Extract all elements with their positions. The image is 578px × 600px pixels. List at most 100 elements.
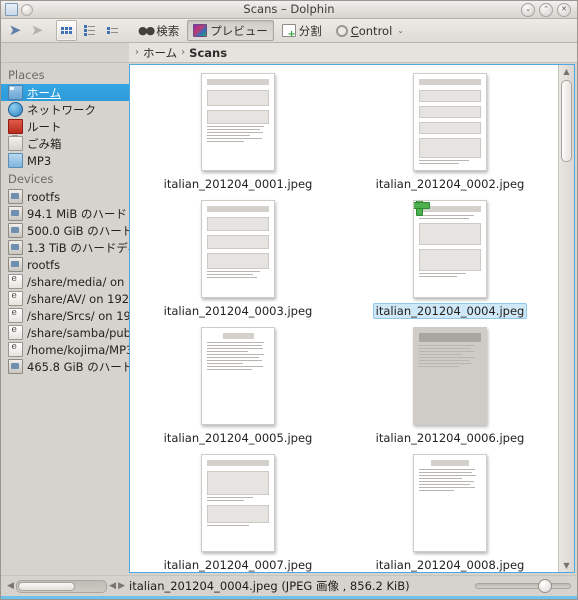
thumb-header: [431, 460, 469, 466]
file-view-scrollbar[interactable]: ▲ ▼: [558, 65, 574, 572]
zoom-slider-handle[interactable]: [538, 579, 553, 593]
file-thumbnail[interactable]: [413, 454, 487, 552]
file-thumbnail[interactable]: [201, 454, 275, 552]
file-name-label[interactable]: italian_201204_0007.jpeg: [161, 557, 316, 572]
view-mode-compact-button[interactable]: [79, 20, 100, 41]
scrollbar-thumb[interactable]: [561, 80, 572, 162]
file-thumbnail[interactable]: [201, 73, 275, 171]
file-item[interactable]: italian_201204_0003.jpeg: [132, 198, 344, 325]
file-name-label[interactable]: italian_201204_0003.jpeg: [161, 303, 316, 319]
thumb-header: [419, 79, 481, 85]
sidebar-device-share-srcs[interactable]: /share/Srcs/ on 19: [1, 307, 129, 324]
sidebar-device-rootfs-1[interactable]: rootfs: [1, 188, 129, 205]
sidebar-device-share-av[interactable]: /share/AV/ on 192.: [1, 290, 129, 307]
harddisk-icon: [8, 359, 23, 374]
sidebar-device-1-3tib[interactable]: 1.3 TiB のハードディ: [1, 239, 129, 256]
minimize-button[interactable]: ⌄: [521, 2, 535, 17]
view-mode-details-button[interactable]: [102, 20, 123, 41]
sidebar-device-94mib[interactable]: 94.1 MiB のハードドラ: [1, 205, 129, 222]
file-item[interactable]: italian_201204_0006.jpeg: [344, 325, 556, 452]
breadcrumb[interactable]: › ホーム › Scans: [129, 45, 227, 61]
split-icon: [281, 24, 296, 40]
title-bar: Scans – Dolphin ⌄ ⌃ ✕: [1, 1, 577, 19]
sidebar-device-465gib[interactable]: 465.8 GiB のハード: [1, 358, 129, 375]
file-item[interactable]: italian_201204_0002.jpeg: [344, 71, 556, 198]
file-name-label[interactable]: italian_201204_0006.jpeg: [373, 430, 528, 446]
harddisk-icon: [8, 206, 23, 221]
scroll-right-icon-a[interactable]: ◀: [109, 581, 116, 591]
places-list: Places ホーム ネットワーク ルート ごみ箱 MP3 Devices ro…: [1, 63, 129, 575]
sidebar-device-home-kojima-mp3[interactable]: /home/kojima/MP3: [1, 341, 129, 358]
sidebar-item-label: 94.1 MiB のハードドラ: [27, 206, 129, 221]
sidebar-item-mp3[interactable]: MP3: [1, 152, 129, 169]
file-thumbnail[interactable]: [413, 200, 487, 298]
window-menu-icon[interactable]: [21, 3, 33, 16]
scrollbar-track[interactable]: [559, 78, 574, 559]
file-name-label[interactable]: italian_201204_0001.jpeg: [161, 176, 316, 192]
preview-button[interactable]: プレビュー: [187, 20, 274, 41]
zoom-slider[interactable]: [475, 579, 571, 593]
back-button[interactable]: ➤: [5, 21, 25, 40]
file-name-label[interactable]: italian_201204_0002.jpeg: [373, 176, 528, 192]
title-bar-left: [1, 3, 33, 16]
file-item[interactable]: italian_201204_0001.jpeg: [132, 71, 344, 198]
breadcrumb-item-home[interactable]: ホーム: [143, 45, 177, 61]
scroll-up-icon[interactable]: ▲: [559, 65, 574, 78]
scroll-left-icon[interactable]: ◀: [7, 581, 14, 591]
file-thumbnail[interactable]: [201, 327, 275, 425]
places-section-header: Places: [8, 68, 45, 82]
control-button[interactable]: Control ⌄: [330, 20, 410, 41]
file-thumbnail[interactable]: [201, 200, 275, 298]
window-title: Scans – Dolphin: [243, 2, 335, 16]
sidebar-device-rootfs-2[interactable]: rootfs: [1, 256, 129, 273]
scrollbar-thumb-horizontal[interactable]: [17, 581, 76, 591]
control-label: Control: [351, 24, 393, 38]
scroll-right-icon-b[interactable]: ▶: [118, 581, 125, 591]
sidebar-device-share-samba[interactable]: /share/samba/publi: [1, 324, 129, 341]
file-item[interactable]: italian_201204_0005.jpeg: [132, 325, 344, 452]
file-item-selected[interactable]: italian_201204_0004.jpeg: [344, 198, 556, 325]
file-name-label[interactable]: italian_201204_0008.jpeg: [373, 557, 528, 572]
places-horizontal-scrollbar[interactable]: ◀ ◀ ▶: [7, 577, 125, 595]
thumb-header: [207, 79, 269, 85]
sidebar-item-label: 1.3 TiB のハードディ: [27, 240, 129, 255]
sidebar-device-500gib[interactable]: 500.0 GiB のハード: [1, 222, 129, 239]
details-view-icon: [107, 27, 118, 34]
scrollbar-track-horizontal[interactable]: [15, 579, 108, 593]
maximize-button[interactable]: ⌃: [539, 2, 553, 17]
search-button[interactable]: ●● 検索: [132, 20, 185, 41]
file-item[interactable]: italian_201204_0008.jpeg: [344, 452, 556, 572]
thumb-block: [207, 235, 269, 249]
chevron-down-icon[interactable]: ⌄: [397, 26, 404, 35]
control-mnemonic: C: [350, 23, 359, 38]
split-label: 分割: [298, 23, 322, 38]
breadcrumb-item-scans[interactable]: Scans: [189, 46, 227, 60]
scroll-down-icon[interactable]: ▼: [559, 559, 574, 572]
file-thumbnail[interactable]: [413, 327, 487, 425]
close-button[interactable]: ✕: [557, 2, 571, 17]
sidebar-item-label: ネットワーク: [27, 102, 96, 117]
thumb-block: [419, 223, 481, 245]
status-bar: ◀ ◀ ▶ italian_201204_0004.jpeg (JPEG 画像 …: [1, 575, 577, 596]
sidebar-item-network[interactable]: ネットワーク: [1, 101, 129, 118]
split-button[interactable]: 分割: [276, 20, 328, 41]
file-view-container: italian_201204_0001.jpeg italian_201204_…: [129, 63, 577, 575]
status-text: italian_201204_0004.jpeg (JPEG 画像 , 856.…: [129, 579, 410, 593]
root-icon: [8, 119, 23, 134]
file-name-label[interactable]: italian_201204_0005.jpeg: [161, 430, 316, 446]
forward-button[interactable]: ➤: [27, 21, 47, 40]
sidebar-item-trash[interactable]: ごみ箱: [1, 135, 129, 152]
selection-plus-icon[interactable]: [414, 201, 430, 216]
zoom-slider-track[interactable]: [475, 583, 571, 589]
sidebar-device-share-media[interactable]: /share/media/ on 1: [1, 273, 129, 290]
sidebar-item-home[interactable]: ホーム: [1, 84, 129, 101]
sidebar-item-root[interactable]: ルート: [1, 118, 129, 135]
file-name-label[interactable]: italian_201204_0004.jpeg: [372, 303, 528, 319]
view-mode-icons-button[interactable]: [56, 20, 77, 41]
file-item[interactable]: italian_201204_0007.jpeg: [132, 452, 344, 572]
thumb-block: [419, 138, 481, 158]
preview-label: プレビュー: [210, 23, 268, 38]
file-thumbnail[interactable]: [413, 73, 487, 171]
file-view[interactable]: italian_201204_0001.jpeg italian_201204_…: [129, 64, 575, 573]
search-label: 検索: [156, 23, 180, 38]
